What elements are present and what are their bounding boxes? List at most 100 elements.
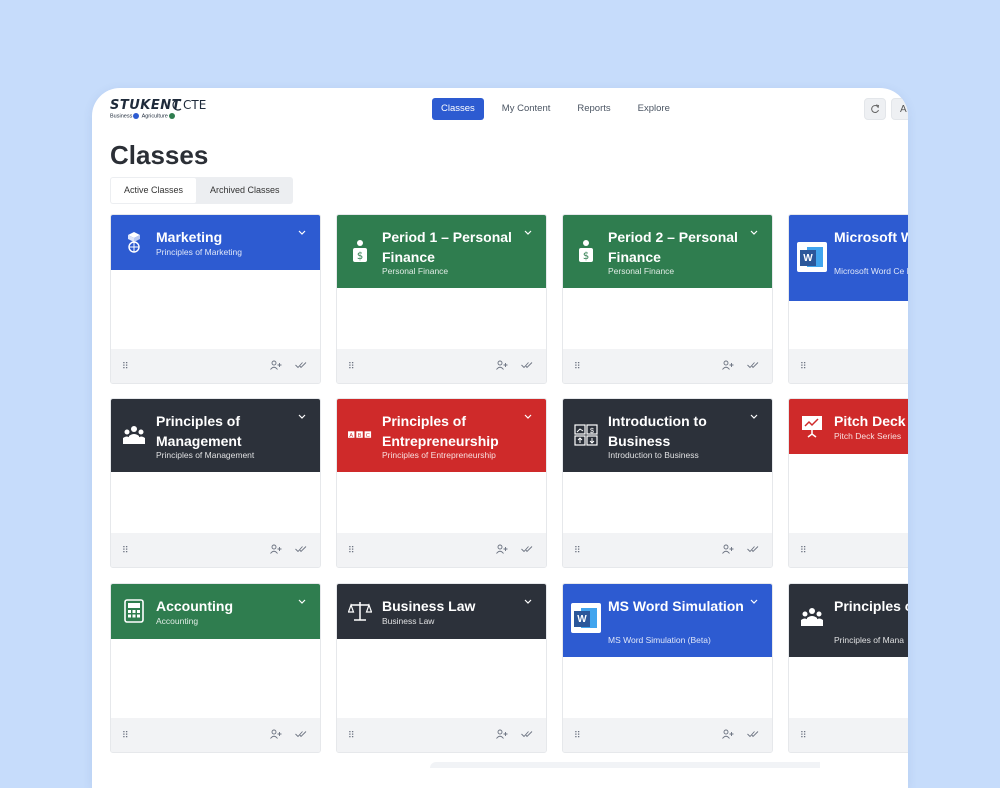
drag-handle-icon[interactable]: ⠿ bbox=[574, 730, 581, 741]
class-card-footer: ⠿ bbox=[337, 349, 546, 383]
class-card-title[interactable]: Introduction to Business bbox=[608, 411, 748, 451]
tab-archived-classes[interactable]: Archived Classes bbox=[197, 177, 293, 204]
class-card-title[interactable]: Principles of Entrepreneurship bbox=[382, 411, 522, 451]
class-card-title[interactable]: Microsoft W Certification bbox=[834, 227, 908, 247]
class-card-footer: ⠿ bbox=[111, 718, 320, 752]
drag-handle-icon[interactable]: ⠿ bbox=[800, 545, 807, 556]
class-card[interactable]: Pitch Deck SPitch Deck Series ⠿ bbox=[788, 398, 908, 568]
double-check-icon[interactable] bbox=[295, 544, 307, 557]
bottom-edge bbox=[430, 762, 820, 768]
class-card-title[interactable]: Business Law bbox=[382, 596, 522, 616]
drag-handle-icon[interactable]: ⠿ bbox=[122, 361, 129, 372]
class-card[interactable]: Principles o Managment Principles of Mana… bbox=[788, 583, 908, 753]
drag-handle-icon[interactable]: ⠿ bbox=[122, 730, 129, 741]
stukent-logo[interactable]: STUKENT CTE Business Agriculture bbox=[110, 98, 220, 126]
chevron-down-icon[interactable] bbox=[750, 412, 758, 422]
double-check-icon[interactable] bbox=[295, 360, 307, 373]
add-student-icon[interactable] bbox=[722, 360, 734, 373]
class-card-footer: ⠿ bbox=[563, 349, 772, 383]
drag-handle-icon[interactable]: ⠿ bbox=[574, 545, 581, 556]
class-card-header[interactable]: A B C Principles of Entrepreneurship Princip… bbox=[337, 399, 546, 472]
class-card[interactable]: $ Period 2 – Personal Finance Personal Fin… bbox=[562, 214, 773, 384]
logo-wordmark: STUKENT bbox=[110, 98, 181, 113]
chevron-down-icon[interactable] bbox=[524, 228, 532, 238]
team-icon bbox=[122, 423, 146, 447]
double-check-icon[interactable] bbox=[747, 360, 759, 373]
class-card-header[interactable]: $ Period 1 – Personal Finance Personal Fin… bbox=[337, 215, 546, 288]
class-card-header[interactable]: W Microsoft W Certification Microsoft Word… bbox=[789, 215, 908, 301]
drag-handle-icon[interactable]: ⠿ bbox=[348, 545, 355, 556]
class-card[interactable]: A B C Principles of Entrepreneurship Princip… bbox=[336, 398, 547, 568]
add-student-icon[interactable] bbox=[722, 544, 734, 557]
class-card-title[interactable]: Principles of Management bbox=[156, 411, 296, 451]
class-card[interactable]: Accounting Accounting ⠿ bbox=[110, 583, 321, 753]
page-title: Classes bbox=[110, 140, 209, 170]
class-card-header[interactable]: Principles o Managment Principles of Mana bbox=[789, 584, 908, 657]
class-card[interactable]: Principles of Management Principles of Ma… bbox=[110, 398, 321, 568]
refresh-button[interactable] bbox=[864, 98, 886, 120]
class-card[interactable]: W Microsoft W Certification Microsoft Word… bbox=[788, 214, 908, 384]
drag-handle-icon[interactable]: ⠿ bbox=[348, 361, 355, 372]
chevron-down-icon[interactable] bbox=[298, 228, 306, 238]
class-card[interactable]: Marketing Principles of Marketing ⠿ bbox=[110, 214, 321, 384]
drag-handle-icon[interactable]: ⠿ bbox=[800, 730, 807, 741]
double-check-icon[interactable] bbox=[295, 729, 307, 742]
drag-handle-icon[interactable]: ⠿ bbox=[122, 545, 129, 556]
chevron-down-icon[interactable] bbox=[298, 597, 306, 607]
nav-explore[interactable]: Explore bbox=[629, 98, 679, 120]
drag-handle-icon[interactable]: ⠿ bbox=[348, 730, 355, 741]
double-check-icon[interactable] bbox=[747, 544, 759, 557]
double-check-icon[interactable] bbox=[521, 544, 533, 557]
svg-text:A: A bbox=[349, 433, 353, 439]
class-card-title[interactable]: Principles o Managment bbox=[834, 596, 908, 616]
class-card-header[interactable]: $ Introduction to Business Introduction to… bbox=[563, 399, 772, 472]
class-card[interactable]: $ Introduction to Business Introduction to… bbox=[562, 398, 773, 568]
double-check-icon[interactable] bbox=[521, 729, 533, 742]
class-card-title[interactable]: Period 2 – Personal Finance bbox=[608, 227, 748, 267]
nav-my-content[interactable]: My Content bbox=[493, 98, 560, 120]
class-card-header[interactable]: Accounting Accounting bbox=[111, 584, 320, 639]
add-student-icon[interactable] bbox=[270, 729, 282, 742]
class-card-header[interactable]: Principles of Management Principles of Ma… bbox=[111, 399, 320, 472]
add-student-icon[interactable] bbox=[722, 729, 734, 742]
class-card-subtitle: Introduction to Business bbox=[608, 450, 699, 460]
add-student-icon[interactable] bbox=[270, 544, 282, 557]
chevron-down-icon[interactable] bbox=[524, 597, 532, 607]
add-student-icon[interactable] bbox=[270, 360, 282, 373]
logo-c-icon bbox=[172, 99, 182, 111]
class-card[interactable]: $ Period 1 – Personal Finance Personal Fin… bbox=[336, 214, 547, 384]
nav-classes[interactable]: Classes bbox=[432, 98, 484, 120]
logo-cte: CTE bbox=[172, 98, 206, 112]
svg-text:B: B bbox=[358, 433, 362, 439]
add-student-icon[interactable] bbox=[496, 729, 508, 742]
class-card-header[interactable]: Marketing Principles of Marketing bbox=[111, 215, 320, 270]
class-card-title[interactable]: Accounting bbox=[156, 596, 296, 616]
chevron-down-icon[interactable] bbox=[298, 412, 306, 422]
class-card-header[interactable]: Pitch Deck SPitch Deck Series bbox=[789, 399, 908, 454]
class-card[interactable]: W MS Word Simulation MS Word Simulation (B… bbox=[562, 583, 773, 753]
drag-handle-icon[interactable]: ⠿ bbox=[800, 361, 807, 372]
double-check-icon[interactable] bbox=[521, 360, 533, 373]
user-menu-button[interactable]: A bbox=[891, 98, 908, 120]
add-student-icon[interactable] bbox=[496, 544, 508, 557]
class-card[interactable]: Business Law Business Law ⠿ bbox=[336, 583, 547, 753]
class-card-title[interactable]: Pitch Deck S bbox=[834, 411, 908, 431]
svg-text:$: $ bbox=[583, 251, 589, 262]
add-student-icon[interactable] bbox=[496, 360, 508, 373]
class-card-header[interactable]: $ Period 2 – Personal Finance Personal Fin… bbox=[563, 215, 772, 288]
nav-reports[interactable]: Reports bbox=[568, 98, 619, 120]
class-card-subtitle: Pitch Deck Series bbox=[834, 431, 902, 441]
class-card-title[interactable]: MS Word Simulation bbox=[608, 596, 748, 616]
class-card-header[interactable]: Business Law Business Law bbox=[337, 584, 546, 639]
chevron-down-icon[interactable] bbox=[750, 228, 758, 238]
class-card-title[interactable]: Marketing bbox=[156, 227, 296, 247]
double-check-icon[interactable] bbox=[747, 729, 759, 742]
word-icon: W bbox=[570, 602, 602, 634]
class-card-header[interactable]: W MS Word Simulation MS Word Simulation (B… bbox=[563, 584, 772, 657]
class-card-subtitle: Personal Finance bbox=[382, 266, 449, 276]
class-card-title[interactable]: Period 1 – Personal Finance bbox=[382, 227, 522, 267]
drag-handle-icon[interactable]: ⠿ bbox=[574, 361, 581, 372]
chevron-down-icon[interactable] bbox=[524, 412, 532, 422]
chevron-down-icon[interactable] bbox=[750, 597, 758, 607]
tab-active-classes[interactable]: Active Classes bbox=[111, 178, 197, 203]
